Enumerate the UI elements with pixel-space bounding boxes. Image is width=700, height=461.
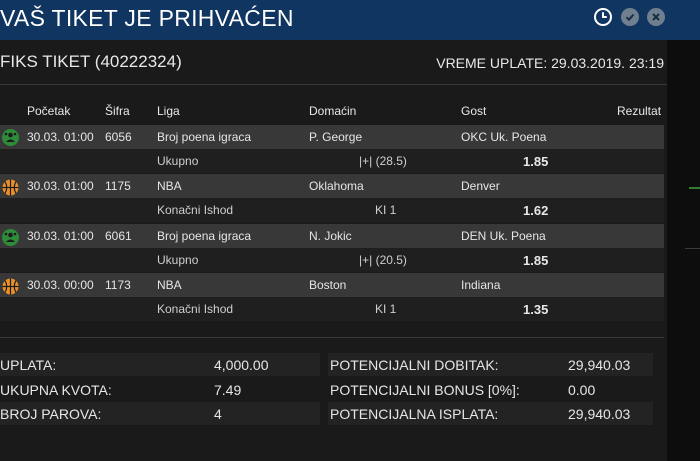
clock-icon[interactable]: [594, 8, 612, 26]
total-odds-row: UKUPNA KVOTA: 7.49: [0, 378, 320, 401]
payment-row: UPLATA: 4,000.00: [0, 353, 320, 376]
match-away: DEN Uk. Poena: [461, 229, 546, 243]
title-bar: VAŠ TIKET JE PRIHVAĆEN: [0, 0, 700, 40]
match-away: OKC Uk. Poena: [461, 130, 547, 144]
column-start: Početak: [27, 104, 71, 118]
pairs-value: 4: [214, 406, 222, 422]
total-odds-label: UKUPNA KVOTA:: [0, 382, 112, 398]
bonus-row: POTENCIJALNI BONUS [0%]: 0.00: [328, 378, 653, 401]
match-code: 6061: [105, 229, 132, 243]
payout-row: POTENCIJALNA ISPLATA: 29,940.03: [328, 402, 653, 425]
bet-pick: |+| (20.5): [359, 253, 407, 267]
match-away: Indiana: [461, 278, 501, 292]
bet-odd: 1.85: [523, 253, 549, 268]
match-home: P. George: [309, 130, 363, 144]
match-code: 1173: [105, 278, 131, 292]
check-icon[interactable]: [621, 8, 639, 26]
summary-divider: [0, 337, 664, 338]
basketball-icon: [2, 179, 19, 196]
column-code: Šifra: [105, 104, 130, 118]
bet-odd: 1.35: [523, 302, 549, 317]
basketball-icon: [2, 278, 19, 295]
bet-type: Ukupno: [157, 154, 199, 168]
payout-value: 29,940.03: [568, 406, 631, 422]
background-strip: [667, 40, 700, 461]
ticket-header: FIKS TIKET (40222324) VREME UPLATE: 29.0…: [0, 50, 667, 74]
player-points-icon: [2, 129, 19, 146]
bet-type: Ukupno: [157, 253, 199, 267]
header-divider: [0, 84, 667, 85]
match-away: Denver: [461, 179, 500, 193]
match-code: 1175: [105, 179, 131, 193]
bet-type: Konačni Ishod: [157, 203, 234, 217]
close-icon[interactable]: [647, 8, 665, 26]
match-start: 30.03. 00:00: [27, 278, 94, 292]
match-home: Boston: [309, 278, 347, 292]
bonus-label: POTENCIJALNI BONUS [0%]:: [330, 382, 520, 398]
column-home: Domaćin: [309, 104, 357, 118]
background-divider: [685, 248, 700, 249]
bet-pick: KI 1: [375, 203, 397, 217]
match-start: 30.03. 01:00: [27, 229, 94, 243]
match-row[interactable]: 30.03. 01:00 6056 Broj poena igraca P. G…: [0, 125, 664, 149]
bet-row: Konačni Ishod KI 1 1.35: [0, 297, 664, 321]
bet-pick: KI 1: [375, 302, 397, 316]
payment-time: VREME UPLATE: 29.03.2019. 23:19: [436, 55, 664, 71]
bet-type: Konačni Ishod: [157, 302, 234, 316]
potential-win-row: POTENCIJALNI DOBITAK: 29,940.03: [328, 353, 653, 376]
ticket-accepted-title: VAŠ TIKET JE PRIHVAĆEN: [0, 5, 294, 31]
match-row[interactable]: 30.03. 01:00 6061 Broj poena igraca N. J…: [0, 224, 664, 248]
match-league: Broj poena igraca: [157, 130, 252, 144]
payout-label: POTENCIJALNA ISPLATA:: [330, 406, 499, 422]
match-home: N. Jokic: [309, 229, 352, 243]
payment-label: UPLATA:: [0, 357, 57, 373]
bet-row: Ukupno |+| (20.5) 1.85: [0, 248, 664, 272]
ticket-name: FIKS TIKET (40222324): [0, 52, 182, 71]
bet-pick: |+| (28.5): [359, 154, 407, 168]
bet-row: Ukupno |+| (28.5) 1.85: [0, 149, 664, 173]
ticket-panel: FIKS TIKET (40222324) VREME UPLATE: 29.0…: [0, 40, 667, 461]
potential-win-value: 29,940.03: [568, 357, 631, 373]
column-away: Gost: [461, 104, 487, 118]
potential-win-label: POTENCIJALNI DOBITAK:: [330, 357, 499, 373]
column-result: Rezultat: [617, 104, 662, 118]
match-code: 6056: [105, 130, 132, 144]
pairs-row: BROJ PAROVA: 4: [0, 402, 320, 425]
match-league: Broj poena igraca: [157, 229, 252, 243]
column-league: Liga: [157, 104, 180, 118]
match-row[interactable]: 30.03. 00:00 1173 NBA Boston Indiana: [0, 273, 664, 297]
match-row[interactable]: 30.03. 01:00 1175 NBA Oklahoma Denver: [0, 174, 664, 198]
total-odds-value: 7.49: [214, 382, 242, 398]
match-league: NBA: [157, 179, 182, 193]
player-points-icon: [2, 229, 19, 246]
background-accent: [689, 187, 700, 189]
match-home: Oklahoma: [309, 179, 364, 193]
payment-value: 4,000.00: [214, 357, 269, 373]
match-start: 30.03. 01:00: [27, 130, 94, 144]
match-start: 30.03. 01:00: [27, 179, 94, 193]
bet-odd: 1.85: [523, 154, 549, 169]
bet-odd: 1.62: [523, 203, 549, 218]
bet-row: Konačni Ishod KI 1 1.62: [0, 198, 664, 222]
pairs-label: BROJ PAROVA:: [0, 406, 102, 422]
match-league: NBA: [157, 278, 182, 292]
bonus-value: 0.00: [568, 382, 596, 398]
